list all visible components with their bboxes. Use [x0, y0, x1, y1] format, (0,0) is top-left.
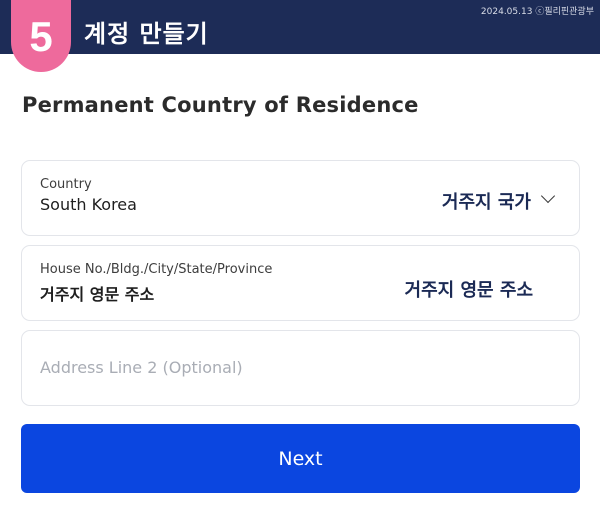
top-banner: 5 계정 만들기 2024.05.13 ⓒ필리핀관광부	[0, 0, 600, 72]
country-annotation: 거주지 국가	[441, 192, 531, 213]
chevron-down-icon	[540, 188, 556, 204]
next-button[interactable]: Next	[21, 424, 580, 493]
banner-credit: 2024.05.13 ⓒ필리핀관광부	[480, 7, 594, 17]
page-heading: Permanent Country of Residence	[22, 93, 419, 117]
create-account-page: 5 계정 만들기 2024.05.13 ⓒ필리핀관광부 Permanent Co…	[0, 0, 600, 512]
country-select[interactable]: Country South Korea 거주지 국가	[21, 160, 580, 236]
step-badge: 5	[11, 0, 71, 72]
step-number: 5	[29, 13, 53, 60]
address-annotation: 거주지 영문 주소	[404, 280, 533, 301]
country-label: Country	[40, 177, 92, 192]
address-value: 거주지 영문 주소	[40, 285, 155, 304]
address-line2-field[interactable]: Address Line 2 (Optional)	[21, 330, 580, 406]
country-value: South Korea	[40, 195, 137, 214]
address-field[interactable]: House No./Bldg./City/State/Province 거주지 …	[21, 245, 580, 321]
banner-title: 계정 만들기	[84, 20, 209, 48]
address-line2-placeholder: Address Line 2 (Optional)	[40, 358, 243, 377]
address-label: House No./Bldg./City/State/Province	[40, 262, 273, 277]
